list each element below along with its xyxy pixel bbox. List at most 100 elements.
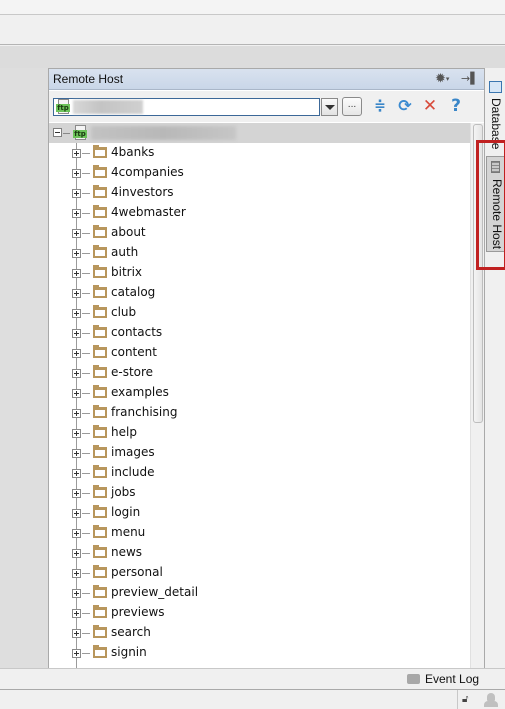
combo-dropdown-button[interactable]	[321, 98, 338, 116]
tree-row[interactable]: 4banks	[49, 143, 470, 163]
tree-row[interactable]: news	[49, 543, 470, 563]
expand-toggle[interactable]	[72, 349, 81, 358]
expand-toggle[interactable]	[72, 529, 81, 538]
expand-toggle[interactable]	[72, 209, 81, 218]
tree-row[interactable]: jobs	[49, 483, 470, 503]
expand-toggle[interactable]	[72, 169, 81, 178]
tree-row[interactable]: club	[49, 303, 470, 323]
folder-icon	[93, 605, 107, 618]
expand-toggle[interactable]	[72, 609, 81, 618]
scrollbar-thumb[interactable]	[473, 124, 483, 423]
expand-toggle[interactable]	[72, 389, 81, 398]
tree-row[interactable]: e-store	[49, 363, 470, 383]
gear-icon[interactable]: ✹▾	[435, 71, 455, 87]
expand-toggle[interactable]	[72, 449, 81, 458]
tree-row[interactable]: login	[49, 503, 470, 523]
root-name-redacted	[91, 126, 236, 140]
tree-row[interactable]: help	[49, 423, 470, 443]
expand-toggle[interactable]	[72, 569, 81, 578]
folder-icon	[93, 185, 107, 198]
expand-toggle[interactable]	[72, 489, 81, 498]
folder-icon	[93, 285, 107, 298]
expand-toggle[interactable]	[72, 269, 81, 278]
folder-icon	[93, 225, 107, 238]
folder-label: 4banks	[111, 145, 155, 159]
expand-toggle[interactable]	[72, 649, 81, 658]
event-log-button[interactable]: Event Log	[407, 672, 479, 686]
folder-label: jobs	[111, 485, 136, 499]
expand-toggle[interactable]	[72, 589, 81, 598]
side-tab-remote-host[interactable]: Remote Host	[486, 156, 505, 252]
expand-toggle[interactable]	[72, 629, 81, 638]
folder-label: e-store	[111, 365, 154, 379]
folder-icon	[93, 265, 107, 278]
tree-row[interactable]: images	[49, 443, 470, 463]
remote-file-tree[interactable]: ftp 4banks 4companies 4investors 4webmaster…	[49, 123, 470, 669]
expand-toggle[interactable]	[72, 189, 81, 198]
tree-row[interactable]: previews	[49, 603, 470, 623]
expand-toggle[interactable]	[72, 509, 81, 518]
vertical-scrollbar[interactable]	[470, 123, 484, 669]
folder-label: 4webmaster	[111, 205, 186, 219]
hide-panel-icon[interactable]: →▌	[461, 71, 479, 87]
tree-row[interactable]: auth	[49, 243, 470, 263]
folder-icon	[93, 545, 107, 558]
server-name-redacted	[73, 100, 143, 114]
folder-icon	[93, 145, 107, 158]
folder-label: about	[111, 225, 146, 239]
folder-icon	[93, 245, 107, 258]
tree-row[interactable]: examples	[49, 383, 470, 403]
expand-toggle[interactable]	[72, 369, 81, 378]
tree-row[interactable]: catalog	[49, 283, 470, 303]
folder-icon	[93, 485, 107, 498]
unlock-icon[interactable]: 🔓︎	[462, 694, 472, 706]
folder-icon	[93, 445, 107, 458]
close-icon[interactable]: ✕	[421, 97, 439, 115]
panel-header: Remote Host ✹▾ →▌	[49, 69, 484, 90]
folder-icon	[93, 165, 107, 178]
expand-toggle[interactable]	[72, 289, 81, 298]
folder-label: 4companies	[111, 165, 184, 179]
tree-row[interactable]: bitrix	[49, 263, 470, 283]
tree-row[interactable]: search	[49, 623, 470, 643]
side-tab-database[interactable]: Database	[486, 78, 505, 150]
folder-icon	[93, 525, 107, 538]
tree-root[interactable]: ftp	[49, 123, 470, 143]
refresh-icon[interactable]: ⟳	[396, 97, 414, 115]
folder-icon	[93, 505, 107, 518]
expand-toggle[interactable]	[72, 309, 81, 318]
tree-row[interactable]: signin	[49, 643, 470, 663]
help-icon[interactable]: ?	[447, 97, 465, 115]
title-bar	[0, 0, 505, 15]
tree-row[interactable]: franchising	[49, 403, 470, 423]
expand-toggle[interactable]	[72, 469, 81, 478]
tree-row[interactable]: menu	[49, 523, 470, 543]
tree-row[interactable]: 4companies	[49, 163, 470, 183]
expand-toggle[interactable]	[72, 329, 81, 338]
tree-row[interactable]: 4webmaster	[49, 203, 470, 223]
expand-toggle[interactable]	[72, 549, 81, 558]
folder-icon	[93, 585, 107, 598]
folder-label: auth	[111, 245, 139, 259]
tree-row[interactable]: about	[49, 223, 470, 243]
expand-toggle[interactable]	[72, 409, 81, 418]
expand-toggle[interactable]	[72, 249, 81, 258]
tree-row[interactable]: contacts	[49, 323, 470, 343]
tree-row[interactable]: 4investors	[49, 183, 470, 203]
expand-toggle[interactable]	[72, 229, 81, 238]
expand-toggle[interactable]	[72, 149, 81, 158]
browse-button[interactable]: ...	[342, 97, 362, 116]
folder-icon	[93, 405, 107, 418]
collapse-toggle[interactable]	[53, 128, 62, 137]
expand-toggle[interactable]	[72, 429, 81, 438]
ftp-icon: ftp	[73, 125, 88, 141]
folder-icon	[93, 645, 107, 658]
server-combo[interactable]: ftp	[53, 98, 320, 116]
incognito-user-icon[interactable]	[484, 693, 498, 707]
tree-row[interactable]: personal	[49, 563, 470, 583]
collapse-all-icon[interactable]: ≑	[371, 97, 389, 115]
side-tab-label: Database	[489, 98, 503, 150]
tree-row[interactable]: include	[49, 463, 470, 483]
tree-row[interactable]: content	[49, 343, 470, 363]
tree-row[interactable]: preview_detail	[49, 583, 470, 603]
